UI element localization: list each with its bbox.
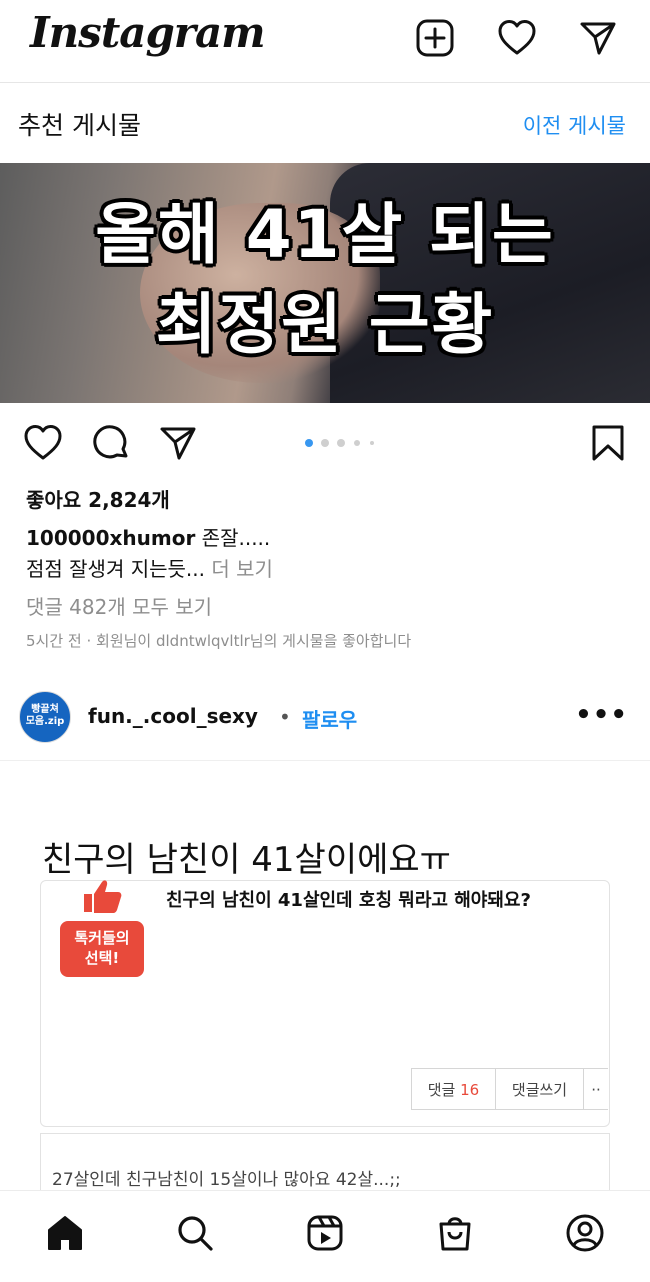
badge-line2: 선택! xyxy=(84,949,120,967)
badge-line1: 톡커들의 xyxy=(74,929,130,947)
card-overflow: ·· xyxy=(583,1068,608,1110)
add-post-icon[interactable] xyxy=(415,18,455,58)
view-comments-link[interactable]: 댓글 482개 모두 보기 xyxy=(26,591,212,620)
image-caption-line2: 최정원 근황 xyxy=(155,286,495,363)
home-icon[interactable] xyxy=(45,1213,85,1253)
divider xyxy=(0,760,650,761)
carousel-dot xyxy=(354,440,360,446)
avatar-text-2: 모음.zip xyxy=(25,716,65,727)
avatar[interactable]: 빵끝쳐 모음.zip xyxy=(19,691,71,743)
avatar-text-1: 빵끝쳐 xyxy=(31,704,59,715)
follow-button[interactable]: 팔로우 xyxy=(302,704,357,733)
reels-icon[interactable] xyxy=(305,1213,345,1253)
comment-icon[interactable] xyxy=(91,423,131,463)
search-icon[interactable] xyxy=(175,1213,215,1253)
top-header: Instagram xyxy=(0,0,650,83)
post-username[interactable]: fun._.cool_sexy xyxy=(88,704,258,728)
card-question: 친구의 남친이 41살인데 호칭 뭐라고 해야돼요? xyxy=(166,890,531,911)
suggested-posts-title: 추천 게시물 xyxy=(18,111,141,140)
caption-line2: 점점 잘생겨 지는듯... 더 보기 xyxy=(26,553,273,582)
more-options-icon[interactable]: ••• xyxy=(575,700,628,730)
caption-text-2: 점점 잘생겨 지는듯... xyxy=(26,557,205,581)
reply-preview: 27살인데 친구남친이 15살이나 많아요 42살...;; xyxy=(52,1170,401,1190)
comment-label: 댓글 xyxy=(427,1081,456,1099)
carousel-dot xyxy=(321,439,329,447)
profile-icon[interactable] xyxy=(565,1213,605,1253)
shop-icon[interactable] xyxy=(435,1213,475,1253)
caption-username[interactable]: 100000xhumor xyxy=(26,526,195,550)
caption-line1: 100000xhumor 존잘..... xyxy=(26,522,270,551)
carousel-dot xyxy=(370,441,374,445)
share-icon[interactable] xyxy=(158,423,198,463)
like-count[interactable]: 좋아요 2,824개 xyxy=(26,484,170,513)
more-link[interactable]: 더 보기 xyxy=(205,557,273,581)
separator-dot: • xyxy=(279,705,291,729)
comment-count: 16 xyxy=(460,1081,480,1099)
carousel-dot-active xyxy=(305,439,313,447)
carousel-dot xyxy=(337,439,345,447)
post-meta: 5시간 전 · 회원님이 dldntwlqvltlr님의 게시물을 좋아합니다 xyxy=(26,632,412,650)
bookmark-icon[interactable] xyxy=(588,423,628,463)
editors-pick-badge: 톡커들의 선택! xyxy=(60,921,144,977)
previous-posts-link[interactable]: 이전 게시물 xyxy=(523,110,626,140)
post-title: 친구의 남친이 41살이에요ㅠ xyxy=(42,840,451,880)
post-image[interactable]: 올해 41살 되는 최정원 근황 xyxy=(0,163,650,403)
write-comment-button: 댓글쓰기 xyxy=(495,1068,584,1110)
heart-icon[interactable] xyxy=(497,18,537,58)
comment-count-button: 댓글 16 xyxy=(411,1068,496,1110)
thumbs-up-icon xyxy=(84,880,122,913)
like-icon[interactable] xyxy=(23,423,63,463)
instagram-logo[interactable]: Instagram xyxy=(30,8,266,57)
send-icon[interactable] xyxy=(578,18,618,58)
caption-text: 존잘..... xyxy=(195,526,271,550)
image-caption-line1: 올해 41살 되는 xyxy=(95,196,555,273)
